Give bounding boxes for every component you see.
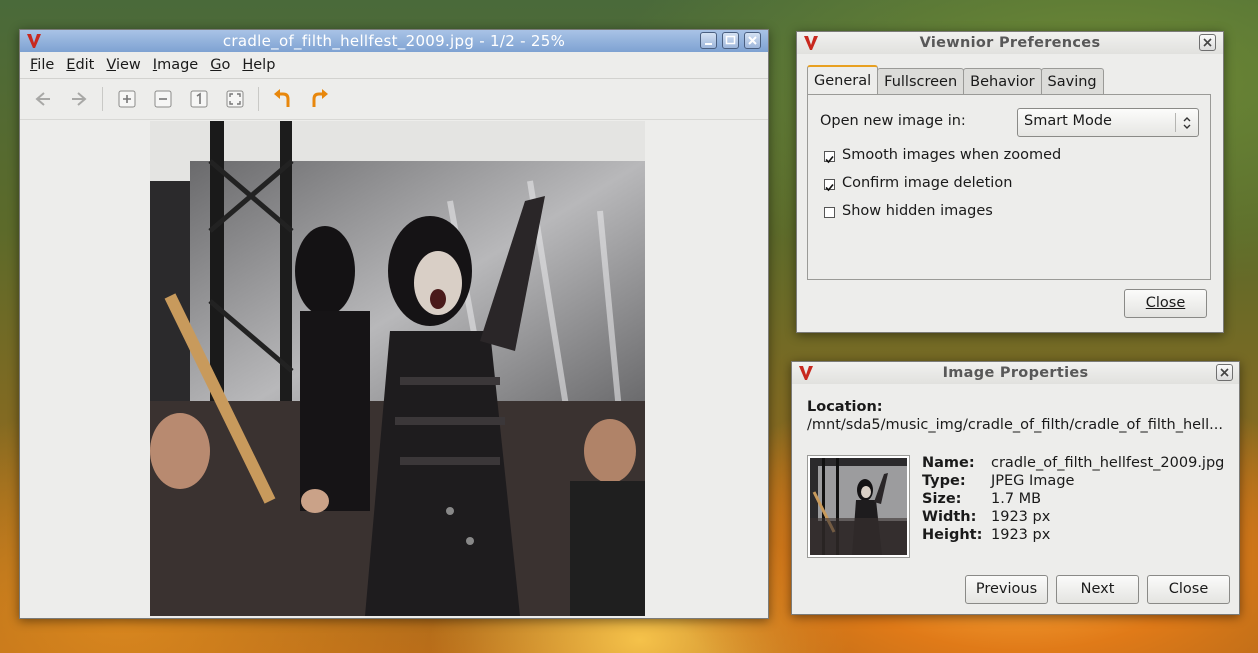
combo-divider	[1175, 113, 1176, 132]
size-value: 1.7 MB	[991, 491, 1042, 507]
menu-edit-rest: dit	[75, 57, 95, 73]
preferences-titlebar[interactable]: Viewnior Preferences	[797, 32, 1223, 54]
size-label: Size:	[922, 491, 962, 507]
viewer-titlebar[interactable]: cradle_of_filth_hellfest_2009.jpg - 1/2 …	[20, 30, 768, 52]
menu-help-rest: elp	[253, 57, 276, 73]
location-value: /mnt/sda5/music_img/cradle_of_filth/crad…	[807, 417, 1223, 433]
name-label: Name:	[922, 455, 975, 471]
properties-close-x-button[interactable]	[1216, 364, 1233, 381]
type-label: Type:	[922, 473, 966, 489]
general-panel: Open new image in: Smart Mode Smooth ima…	[807, 94, 1211, 280]
properties-title: Image Properties	[942, 365, 1089, 381]
properties-titlebar[interactable]: Image Properties	[792, 362, 1239, 384]
menu-go-rest: o	[221, 57, 231, 73]
previous-button[interactable]: Previous	[965, 575, 1048, 604]
toolbar	[20, 79, 768, 120]
menu-file-rest: ile	[37, 57, 55, 73]
width-label: Width:	[922, 509, 977, 525]
next-image-icon[interactable]	[68, 88, 90, 110]
location-label: Location:	[807, 399, 883, 415]
confirm-deletion-label: Confirm image deletion	[842, 175, 1013, 191]
combo-arrows-icon	[1183, 117, 1191, 129]
viewer-title: cradle_of_filth_hellfest_2009.jpg - 1/2 …	[222, 32, 566, 50]
name-value: cradle_of_filth_hellfest_2009.jpg	[991, 455, 1225, 471]
preferences-close-x-button[interactable]	[1199, 34, 1216, 51]
menu-view-rest: iew	[115, 57, 141, 73]
preferences-close-mnemonic: Close	[1145, 295, 1186, 311]
preferences-dialog: Viewnior Preferences General Fullscreen …	[796, 31, 1224, 333]
menu-view-mnemonic: V	[106, 57, 116, 73]
properties-close-button[interactable]: Close	[1147, 575, 1230, 604]
smooth-images-label: Smooth images when zoomed	[842, 147, 1062, 163]
open-image-label: Open new image in:	[820, 113, 966, 129]
show-hidden-label: Show hidden images	[842, 203, 993, 219]
minimize-button[interactable]	[700, 32, 717, 49]
zoom-out-icon[interactable]	[152, 88, 174, 110]
properties-dialog: Image Properties Location: /mnt/sda5/mus…	[791, 361, 1240, 615]
tab-general[interactable]: General	[807, 65, 879, 94]
normal-size-icon[interactable]	[188, 88, 210, 110]
close-window-button[interactable]	[744, 32, 761, 49]
menu-view[interactable]: View	[100, 57, 146, 73]
check-icon	[825, 183, 834, 192]
best-fit-icon[interactable]	[224, 88, 246, 110]
image-view-area[interactable]	[24, 121, 764, 616]
tab-behavior[interactable]: Behavior	[963, 68, 1042, 94]
confirm-deletion-checkbox[interactable]	[824, 179, 835, 192]
check-icon	[825, 155, 834, 164]
zoom-in-icon[interactable]	[116, 88, 138, 110]
height-value: 1923 px	[991, 527, 1051, 543]
image-thumbnail	[807, 455, 910, 558]
type-value: JPEG Image	[991, 473, 1075, 489]
menu-help[interactable]: Help	[236, 57, 281, 73]
rotate-right-icon[interactable]	[308, 88, 330, 110]
menu-image-rest: mage	[157, 57, 199, 73]
menu-go-mnemonic: G	[210, 57, 222, 73]
show-hidden-checkbox[interactable]	[824, 207, 835, 218]
menu-file[interactable]: File	[24, 57, 60, 73]
viewer-window: cradle_of_filth_hellfest_2009.jpg - 1/2 …	[19, 29, 769, 619]
maximize-button[interactable]	[722, 32, 739, 49]
next-button[interactable]: Next	[1056, 575, 1139, 604]
rotate-left-icon[interactable]	[272, 88, 294, 110]
toolbar-separator	[102, 87, 103, 111]
previous-image-icon[interactable]	[32, 88, 54, 110]
preferences-close-button[interactable]: Close	[1124, 289, 1207, 318]
concert-photo	[150, 121, 645, 616]
open-mode-select[interactable]: Smart Mode	[1017, 108, 1199, 137]
menu-help-mnemonic: H	[242, 57, 254, 73]
smooth-images-checkbox[interactable]	[824, 151, 835, 164]
tab-fullscreen[interactable]: Fullscreen	[877, 68, 965, 94]
height-label: Height:	[922, 527, 983, 543]
preferences-tabs: General Fullscreen Behavior Saving	[807, 65, 1104, 94]
toolbar-separator	[258, 87, 259, 111]
preferences-title: Viewnior Preferences	[919, 35, 1101, 51]
open-mode-value: Smart Mode	[1024, 113, 1112, 129]
menu-go[interactable]: Go	[204, 57, 236, 73]
width-value: 1923 px	[991, 509, 1051, 525]
menu-edit[interactable]: Edit	[60, 57, 100, 73]
tab-saving[interactable]: Saving	[1040, 68, 1104, 94]
menu-image[interactable]: Image	[147, 57, 204, 73]
menubar: File Edit View Image Go Help	[20, 52, 768, 79]
